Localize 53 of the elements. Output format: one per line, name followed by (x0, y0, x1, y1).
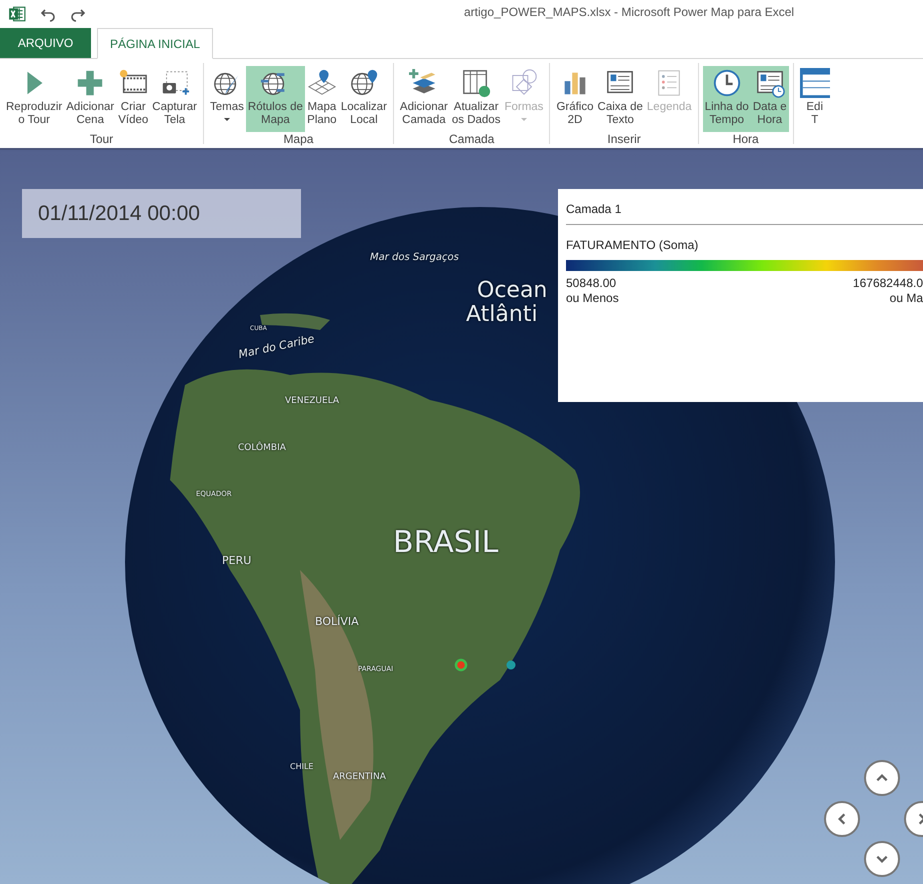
ribbon-button[interactable]: Rótulos de Mapa (246, 66, 305, 132)
ribbon-button[interactable]: Capturar Tela (150, 66, 200, 132)
date-time-label: 01/11/2014 00:00 (22, 189, 301, 238)
map-label: ARGENTINA (333, 772, 386, 782)
data-point[interactable] (506, 660, 516, 670)
map-label: BOLÍVIA (315, 615, 359, 628)
map-label: Ocean (477, 278, 548, 303)
ribbon-button[interactable]: Data e Hora (750, 66, 789, 132)
ribbon-button[interactable]: Atualizar os Dados (450, 66, 502, 132)
map-label: CHILE (290, 762, 314, 771)
ribbon-button[interactable]: Edi T (798, 66, 832, 132)
legend-min-value: 50848.00 (566, 276, 618, 291)
group-label: Hora (732, 132, 759, 147)
ribbon-button[interactable]: Linha do Tempo (702, 66, 751, 132)
ribbon-tab[interactable]: PÁGINA INICIAL (97, 28, 214, 59)
legend-max-note: ou Ma (890, 291, 923, 306)
map-label: Mar do Caribe (237, 332, 316, 361)
map-label: PERU (222, 554, 252, 567)
map-label: Atlânti (466, 302, 538, 327)
globe-pin-icon (348, 68, 379, 98)
caret-icon (520, 117, 528, 122)
legend-field-name: FATURAMENTO (Soma) (566, 237, 700, 253)
ribbon-button[interactable]: Caixa de Texto (596, 66, 645, 132)
table-refresh-icon (461, 68, 492, 98)
group-label: Mapa (283, 132, 314, 147)
pan-left-button[interactable] (824, 801, 860, 837)
ribbon-tab[interactable]: ARQUIVO (0, 28, 91, 58)
ribbon-button[interactable]: Mapa Plano (304, 66, 339, 132)
pan-up-button[interactable] (864, 760, 900, 796)
map-label: VENEZUELA (285, 396, 340, 406)
group-label: Tour (90, 132, 114, 147)
legend-panel[interactable]: Camada 1 FATURAMENTO (Soma) 50848.00 ou Menos 167682448.0 ou Ma (558, 189, 923, 402)
clock-icon (712, 68, 742, 98)
legend-layer-name: Camada 1 (566, 201, 622, 217)
ribbon-button[interactable]: Temas (208, 66, 246, 132)
legend-min-note: ou Menos (566, 291, 619, 306)
ribbon-button[interactable]: Adicionar Cena (64, 66, 116, 132)
map-label: Mar dos Sargaços (370, 252, 459, 263)
legend-max-value: 167682448.0 (852, 276, 923, 291)
excel-icon[interactable] (8, 5, 26, 23)
window-title: artigo_POWER_MAPS.xlsx - Microsoft Power Map para Excel (464, 5, 794, 19)
caret-icon (222, 117, 231, 122)
ribbon-button[interactable]: Gráfico 2D (554, 66, 596, 132)
map-label: COLÔMBIA (238, 443, 286, 453)
ribbon-button[interactable]: Reproduzir o Tour (4, 66, 64, 132)
map-label: BRASIL (393, 525, 498, 560)
group-label: Inserir (607, 132, 641, 147)
text-clock-icon (754, 68, 785, 98)
ribbon-button[interactable]: Localizar Local (338, 66, 389, 132)
ribbon-button[interactable]: Adicionar Camada (398, 66, 450, 132)
pan-down-button[interactable] (864, 841, 900, 877)
ribbon-button[interactable]: Criar Vídeo (116, 66, 150, 132)
group-label: Camada (448, 132, 494, 147)
